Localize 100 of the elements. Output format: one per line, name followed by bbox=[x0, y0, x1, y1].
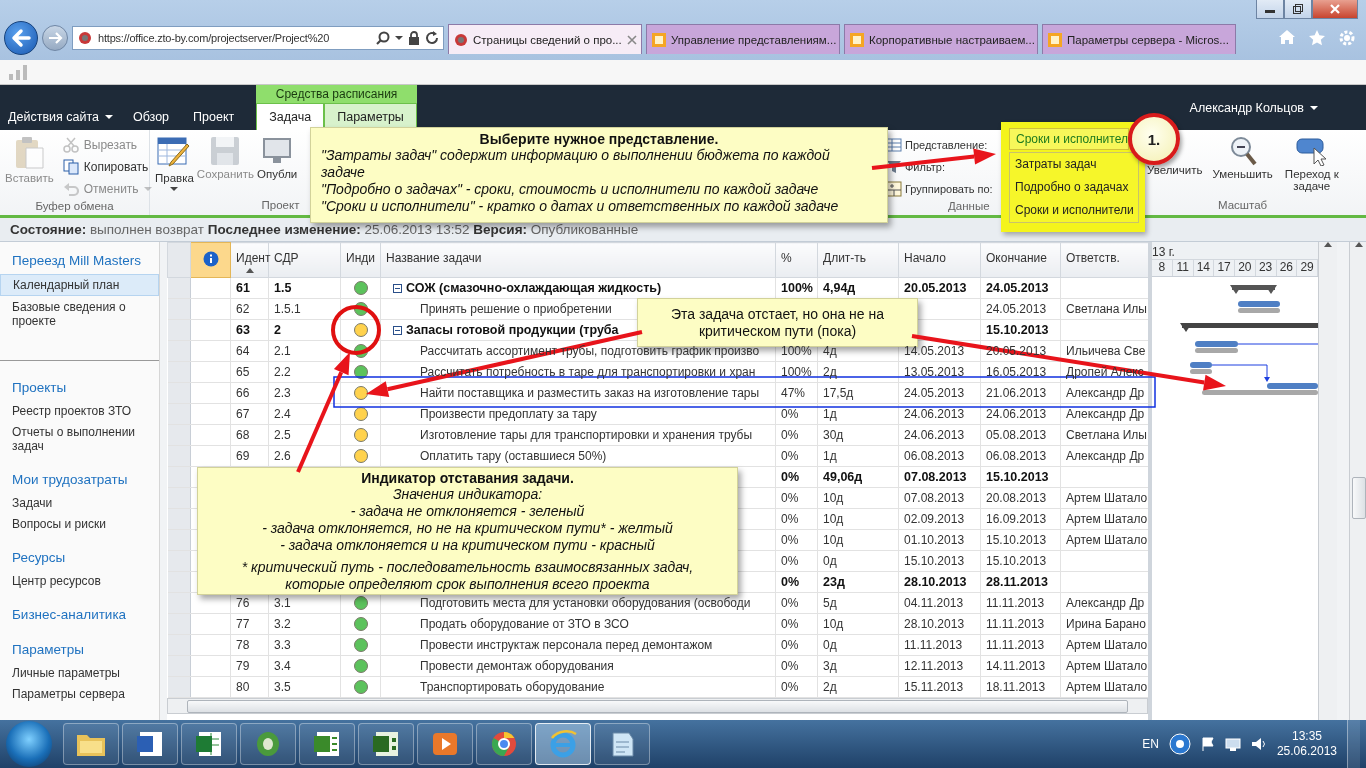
browser-tab[interactable]: Параметры сервера - Micros... bbox=[1042, 24, 1236, 54]
forward-button[interactable] bbox=[42, 25, 68, 51]
column-header[interactable]: Длит-ть bbox=[817, 242, 899, 278]
callout-text: - задача отклоняется и на критическом пути - красный bbox=[279, 537, 656, 554]
browser-tab[interactable]: Корпоративные настраиваем... bbox=[844, 24, 1038, 54]
start-button[interactable] bbox=[6, 721, 52, 767]
nav-heading-link[interactable]: Бизнес-аналитика bbox=[0, 604, 159, 627]
flag-icon bbox=[1200, 737, 1215, 751]
summary-bar bbox=[1230, 285, 1277, 294]
restore-button[interactable] bbox=[1284, 0, 1312, 19]
nav-link[interactable]: Задачи bbox=[0, 493, 159, 513]
table-cell: 15.10.2013 bbox=[898, 550, 981, 572]
language-indicator[interactable]: EN bbox=[1142, 737, 1159, 751]
group-label: Проект bbox=[261, 199, 300, 213]
browser-tab[interactable]: Управление представлениям... bbox=[646, 24, 840, 54]
back-button[interactable] bbox=[4, 21, 38, 55]
table-cell: 07.08.2013 bbox=[898, 487, 981, 509]
taskbar-button[interactable] bbox=[122, 723, 178, 765]
sort-arrow-icon bbox=[1324, 242, 1332, 247]
site-logo-icon bbox=[453, 31, 469, 48]
taskbar-button[interactable] bbox=[476, 723, 532, 765]
column-header[interactable]: Название задачи bbox=[380, 242, 776, 278]
table-cell: 28.11.2013 bbox=[980, 571, 1061, 593]
table-cell: 5д bbox=[817, 592, 899, 614]
ribbon-tab[interactable]: Задача bbox=[256, 103, 325, 130]
view-dropdown[interactable]: Сроки и исполнител bbox=[1009, 128, 1129, 150]
menu-item[interactable]: Затраты задач bbox=[1010, 153, 1102, 176]
ribbon-button[interactable]: Правка bbox=[154, 134, 195, 199]
table-pencil-icon bbox=[157, 136, 192, 170]
nav-link[interactable]: Личные параметры bbox=[0, 663, 159, 683]
table-cell: 15.10.2013 bbox=[980, 550, 1061, 572]
taskbar-button[interactable] bbox=[417, 723, 473, 765]
go-to-task-button[interactable]: Переход к задаче bbox=[1281, 134, 1342, 194]
column-header[interactable]: Начало bbox=[898, 242, 981, 278]
group-label: Буфер обмена bbox=[35, 200, 114, 214]
table-cell: 2д bbox=[817, 361, 899, 383]
nav-link[interactable]: Календарный план bbox=[0, 274, 159, 296]
taskbar-button[interactable] bbox=[181, 723, 237, 765]
callout-text: "Сроки и исполнители" - кратко о датах и ответственных по каждой задаче bbox=[321, 198, 840, 215]
nav-link[interactable]: Базовые сведения о проекте bbox=[0, 297, 159, 331]
show-desktop-button[interactable] bbox=[1347, 720, 1360, 768]
table-cell: 15.11.2013 bbox=[898, 676, 981, 698]
task-name: Произвести предоплату за тару bbox=[420, 407, 597, 421]
table-cell: 24.06.2013 bbox=[980, 403, 1061, 425]
horizontal-scrollbar[interactable] bbox=[167, 698, 1148, 714]
table-cell: 11.11.2013 bbox=[980, 613, 1061, 635]
column-header[interactable]: Инди bbox=[340, 242, 381, 278]
caret-icon bbox=[170, 186, 179, 192]
zoom-out-button[interactable]: Уменьшить bbox=[1211, 134, 1274, 182]
column-header[interactable]: Окончание bbox=[980, 242, 1061, 278]
taskbar-button[interactable] bbox=[240, 723, 296, 765]
monitor-icon bbox=[262, 136, 293, 166]
nav-heading-link[interactable]: Ресурсы bbox=[0, 547, 159, 570]
clock[interactable]: 13:35 25.06.2013 bbox=[1276, 729, 1337, 759]
table-cell: 10д bbox=[817, 529, 899, 551]
table-cell: 61 bbox=[230, 277, 269, 299]
column-header[interactable]: Идент bbox=[230, 242, 269, 278]
address-field[interactable]: https://office.zto-by.com/projectserver/Project%20 bbox=[72, 26, 444, 50]
nav-heading-link[interactable]: Переезд Mill Masters bbox=[0, 250, 159, 273]
document-icon bbox=[136, 730, 164, 758]
table-cell: 64 bbox=[230, 340, 269, 362]
ribbon-tab[interactable]: Обзор bbox=[120, 103, 182, 130]
table-cell: 04.11.2013 bbox=[898, 592, 981, 614]
zoom-out-icon bbox=[1228, 136, 1257, 166]
scroll-thumb[interactable] bbox=[1352, 477, 1366, 519]
ribbon-button[interactable]: Копировать bbox=[60, 156, 151, 178]
site-actions-menu[interactable]: Действия сайта bbox=[0, 103, 121, 130]
menu-item[interactable]: Подробно о задачах bbox=[1010, 176, 1134, 199]
browser-icon bbox=[549, 730, 577, 758]
nav-link[interactable]: Параметры сервера bbox=[0, 684, 159, 704]
column-header[interactable]: Ответств. bbox=[1060, 242, 1149, 278]
table-cell: 1.5 bbox=[268, 277, 341, 299]
group-label: Данные bbox=[948, 200, 990, 214]
ribbon-button[interactable]: Опубли bbox=[256, 134, 299, 199]
taskbar-button[interactable] bbox=[63, 723, 119, 765]
nav-link[interactable]: Центр ресурсов bbox=[0, 571, 159, 591]
browser-tab[interactable]: Страницы сведений о про... bbox=[448, 24, 642, 54]
minimize-button[interactable] bbox=[1256, 0, 1284, 19]
taskbar-button[interactable] bbox=[358, 723, 414, 765]
task-name: Принять решение о приобретении bbox=[420, 302, 612, 316]
nav-heading-link[interactable]: Проекты bbox=[0, 377, 159, 400]
table-cell: 18.11.2013 bbox=[980, 676, 1061, 698]
ribbon-tab[interactable]: Проект bbox=[181, 103, 247, 130]
table-cell: 0% bbox=[775, 466, 818, 488]
nav-link[interactable]: Реестр проектов ЗТО bbox=[0, 401, 159, 421]
nav-link[interactable]: Вопросы и риски bbox=[0, 514, 159, 534]
taskbar-button[interactable] bbox=[299, 723, 355, 765]
column-header[interactable]: % bbox=[775, 242, 818, 278]
nav-heading-link[interactable]: Мои трудозатраты bbox=[0, 469, 159, 492]
table-cell: 11.11.2013 bbox=[980, 634, 1061, 656]
user-menu[interactable]: Александр Кольцов bbox=[1189, 100, 1366, 115]
timescale-label: 13 г. bbox=[1152, 242, 1318, 260]
callout-text: - задача не отклоняется - зеленый bbox=[349, 503, 586, 520]
vertical-scrollbar[interactable] bbox=[1349, 242, 1366, 720]
taskbar-button[interactable] bbox=[594, 723, 650, 765]
zoom-in-button[interactable]: Увеличить bbox=[1146, 162, 1204, 178]
nav-link[interactable]: Отчеты о выполнении задач bbox=[0, 422, 159, 456]
nav-heading-link[interactable]: Параметры bbox=[0, 639, 159, 662]
caret-icon bbox=[104, 113, 113, 120]
close-button[interactable] bbox=[1312, 0, 1358, 19]
